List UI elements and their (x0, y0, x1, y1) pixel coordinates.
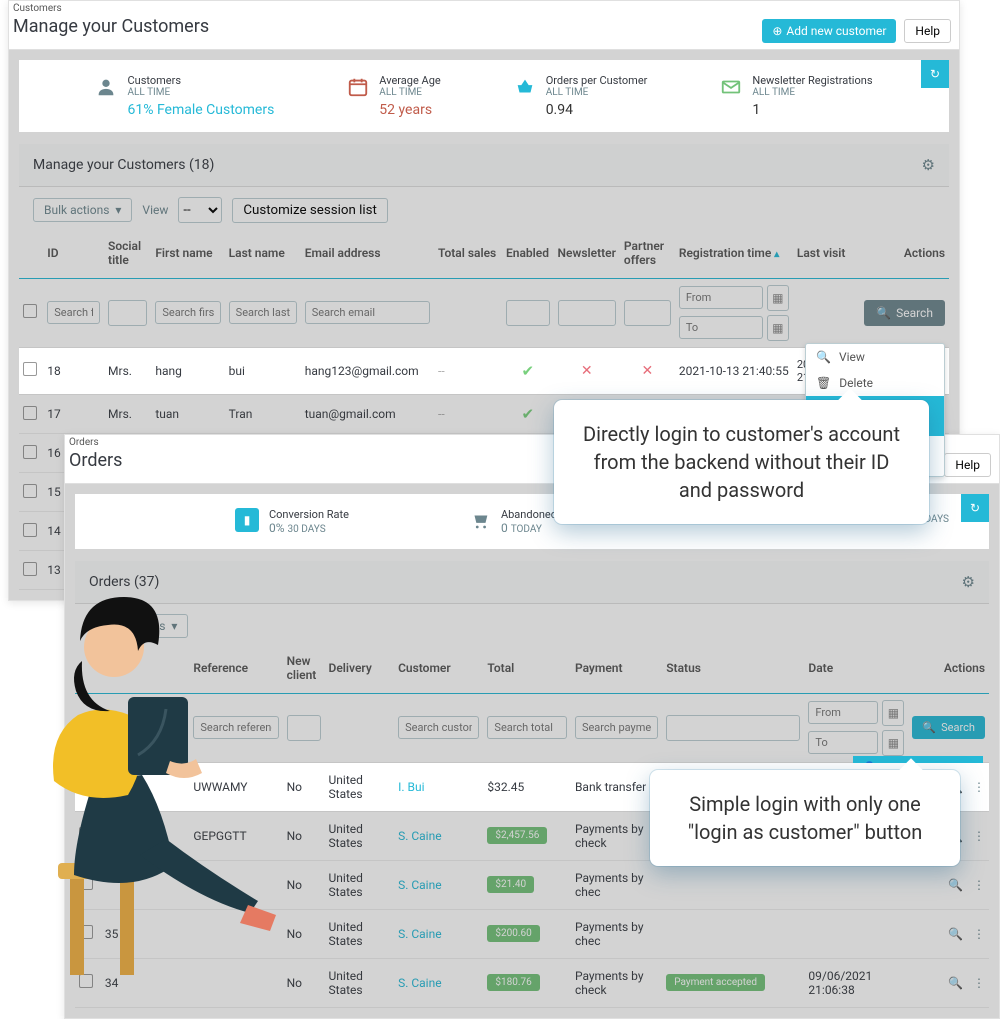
chevron-down-icon: ▾ (115, 203, 121, 217)
basket-icon (514, 76, 536, 98)
customize-button[interactable]: Customize session list (232, 198, 387, 223)
filter-id[interactable] (47, 301, 100, 324)
breadcrumb: Orders (67, 435, 122, 448)
chart-icon: ▮ (235, 508, 259, 532)
stats-bar: ↻ CustomersALL TIME61% Female Customers … (19, 60, 949, 132)
search-icon[interactable]: 🔍 (948, 878, 963, 892)
gear-icon[interactable]: ⚙ (922, 156, 935, 174)
date-icon[interactable]: ▦ (767, 315, 789, 341)
view-select[interactable]: -- (178, 197, 222, 223)
calendar-icon (347, 76, 369, 98)
filter-from[interactable] (679, 286, 763, 309)
filter-status[interactable] (666, 715, 800, 741)
row-checkbox[interactable] (23, 362, 37, 376)
page-title: Manage your Customers (11, 14, 209, 45)
filter-total[interactable] (487, 716, 567, 739)
checkbox-all[interactable] (23, 304, 37, 318)
filter-lastname[interactable] (229, 301, 297, 324)
filter-from[interactable] (808, 701, 878, 724)
filter-partner[interactable] (624, 300, 671, 326)
trash-icon: 🗑 (816, 376, 831, 390)
search-button[interactable]: 🔍Search (864, 300, 945, 326)
filter-enabled[interactable] (506, 300, 550, 326)
row-checkbox[interactable] (23, 445, 37, 459)
filter-to[interactable] (679, 316, 763, 339)
mail-icon (720, 76, 742, 98)
filter-newsletter[interactable] (558, 300, 616, 326)
refresh-button[interactable]: ↻ (961, 494, 989, 522)
menu-view[interactable]: 🔍View (806, 344, 944, 370)
menu-delete[interactable]: 🗑Delete (806, 370, 944, 396)
sort-asc-icon[interactable]: ▴ (774, 249, 779, 260)
more-icon[interactable]: ⋮ (973, 927, 985, 941)
search-icon: 🔍 (816, 350, 831, 364)
more-icon[interactable]: ⋮ (973, 976, 985, 990)
date-icon[interactable]: ▦ (882, 730, 904, 756)
row-checkbox[interactable] (23, 406, 37, 420)
plus-icon: ⊕ (772, 24, 782, 38)
bulk-actions-button[interactable]: Bulk actions▾ (33, 198, 132, 222)
cart-icon (469, 510, 491, 532)
filter-email[interactable] (305, 301, 430, 324)
tooltip-callout: Simple login with only one "login as cus… (650, 770, 960, 866)
card-title: Manage your Customers (18) ⚙ (19, 144, 949, 187)
person-icon (95, 76, 117, 98)
date-icon[interactable]: ▦ (767, 285, 789, 311)
more-icon[interactable]: ⋮ (973, 829, 985, 843)
breadcrumb: Customers (11, 1, 209, 14)
filter-newclient[interactable] (287, 715, 321, 741)
search-icon: 🔍 (922, 721, 936, 734)
date-icon[interactable]: ▦ (882, 700, 904, 726)
filter-title[interactable] (108, 300, 147, 326)
filter-payment[interactable] (575, 716, 658, 739)
gear-icon[interactable]: ⚙ (962, 573, 975, 591)
help-button[interactable]: Help (944, 453, 991, 477)
search-icon: 🔍 (876, 306, 891, 320)
illustration-person (20, 585, 290, 985)
filter-customer[interactable] (398, 716, 479, 739)
filter-to[interactable] (808, 731, 878, 754)
refresh-button[interactable]: ↻ (921, 60, 949, 88)
add-customer-button[interactable]: ⊕ Add new customer (762, 19, 896, 43)
more-icon[interactable]: ⋮ (973, 878, 985, 892)
filter-firstname[interactable] (155, 301, 220, 324)
row-checkbox[interactable] (23, 562, 37, 576)
search-button[interactable]: 🔍Search (912, 716, 985, 739)
row-checkbox[interactable] (23, 484, 37, 498)
row-checkbox[interactable] (23, 523, 37, 537)
page-title: Orders (67, 448, 122, 479)
search-icon[interactable]: 🔍 (948, 927, 963, 941)
search-icon[interactable]: 🔍 (948, 976, 963, 990)
tooltip-callout: Directly login to customer's account fro… (554, 400, 929, 524)
more-icon[interactable]: ⋮ (973, 780, 985, 794)
help-button[interactable]: Help (904, 19, 951, 43)
